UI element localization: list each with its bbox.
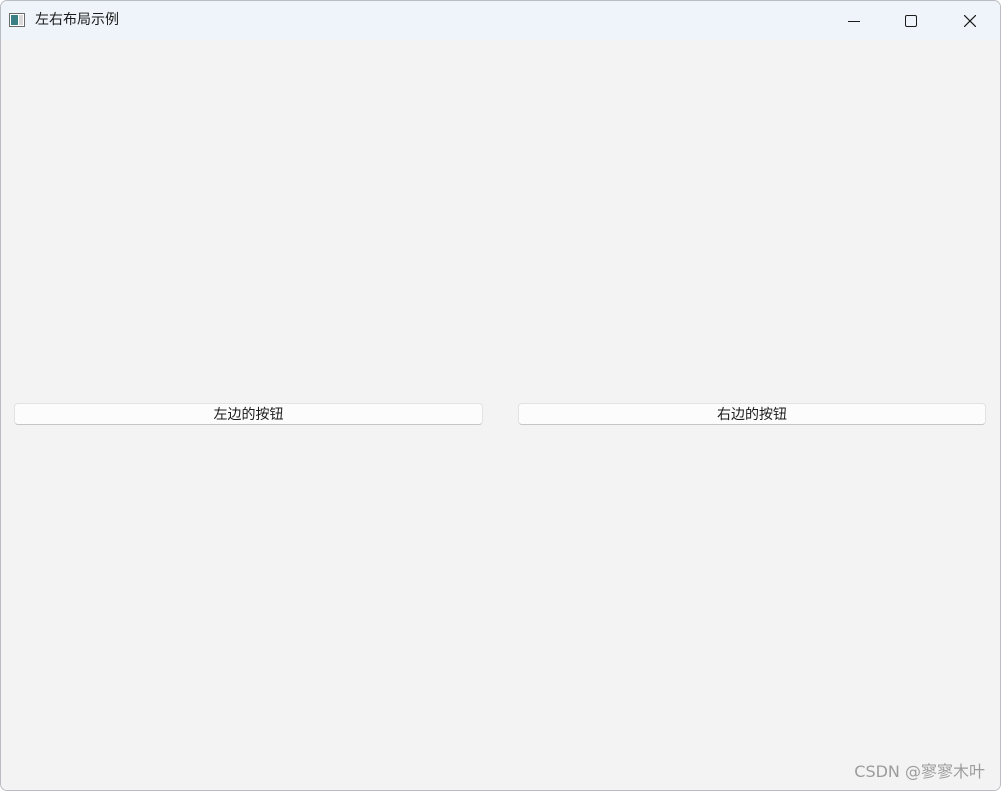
- window-title: 左右布局示例: [35, 12, 119, 28]
- app-window-icon: [9, 13, 25, 27]
- watermark: CSDN @寥寥木叶: [854, 762, 985, 781]
- maximize-icon: [905, 14, 917, 27]
- left-button[interactable]: 左边的按钮: [14, 403, 483, 425]
- client-area: 左边的按钮 右边的按钮 CSDN @寥寥木叶: [1, 40, 1000, 790]
- maximize-button[interactable]: [882, 1, 940, 40]
- minimize-icon: [848, 20, 860, 22]
- title-bar[interactable]: 左右布局示例: [1, 1, 1000, 40]
- minimize-button[interactable]: [825, 1, 883, 40]
- app-window: 左右布局示例 左边的按钮 右边的按钮 CSDN @寥寥木叶: [0, 0, 1001, 791]
- close-icon: [964, 14, 976, 27]
- close-button[interactable]: [941, 1, 999, 40]
- right-button[interactable]: 右边的按钮: [518, 403, 986, 425]
